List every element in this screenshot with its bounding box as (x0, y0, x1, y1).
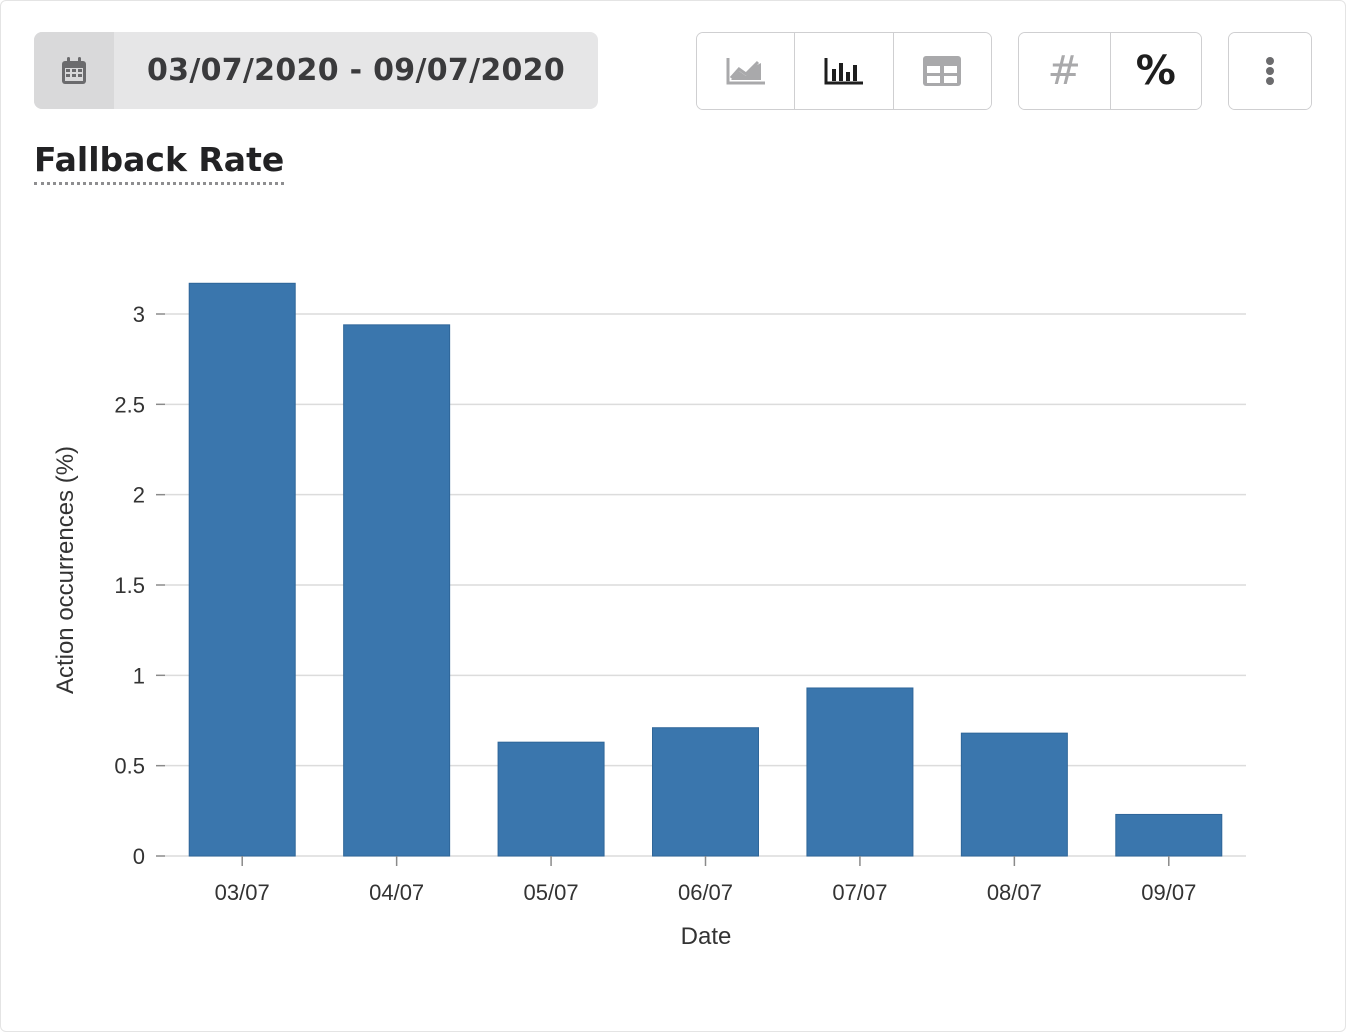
table-view-button[interactable] (892, 33, 991, 109)
chart-type-toggle (696, 32, 992, 110)
more-options (1228, 32, 1312, 110)
count-unit-label: # (1047, 48, 1081, 94)
percent-unit-label: % (1135, 48, 1176, 94)
panel-title[interactable]: Fallback Rate (34, 140, 285, 185)
bar[interactable] (343, 324, 451, 857)
calendar-icon (34, 32, 114, 109)
more-options-button[interactable] (1229, 33, 1311, 109)
bar-chart-button[interactable] (794, 33, 893, 109)
percent-unit-button[interactable]: % (1109, 33, 1201, 109)
date-range-label: 03/07/2020 - 09/07/2020 (146, 53, 566, 88)
bar[interactable] (497, 741, 605, 857)
unit-toggle: # % (1018, 32, 1202, 110)
line-chart-icon (726, 58, 765, 85)
table-icon (923, 56, 962, 86)
count-unit-button[interactable]: # (1019, 33, 1110, 109)
bar[interactable] (806, 687, 914, 857)
date-range-picker[interactable]: 03/07/2020 - 09/07/2020 (34, 32, 598, 109)
bar-chart-icon (824, 58, 863, 85)
bar[interactable] (1115, 813, 1223, 857)
line-chart-button[interactable] (697, 33, 795, 109)
more-vertical-icon (1266, 57, 1274, 85)
bar[interactable] (960, 732, 1068, 857)
bar[interactable] (652, 727, 759, 857)
bar[interactable] (188, 282, 296, 857)
